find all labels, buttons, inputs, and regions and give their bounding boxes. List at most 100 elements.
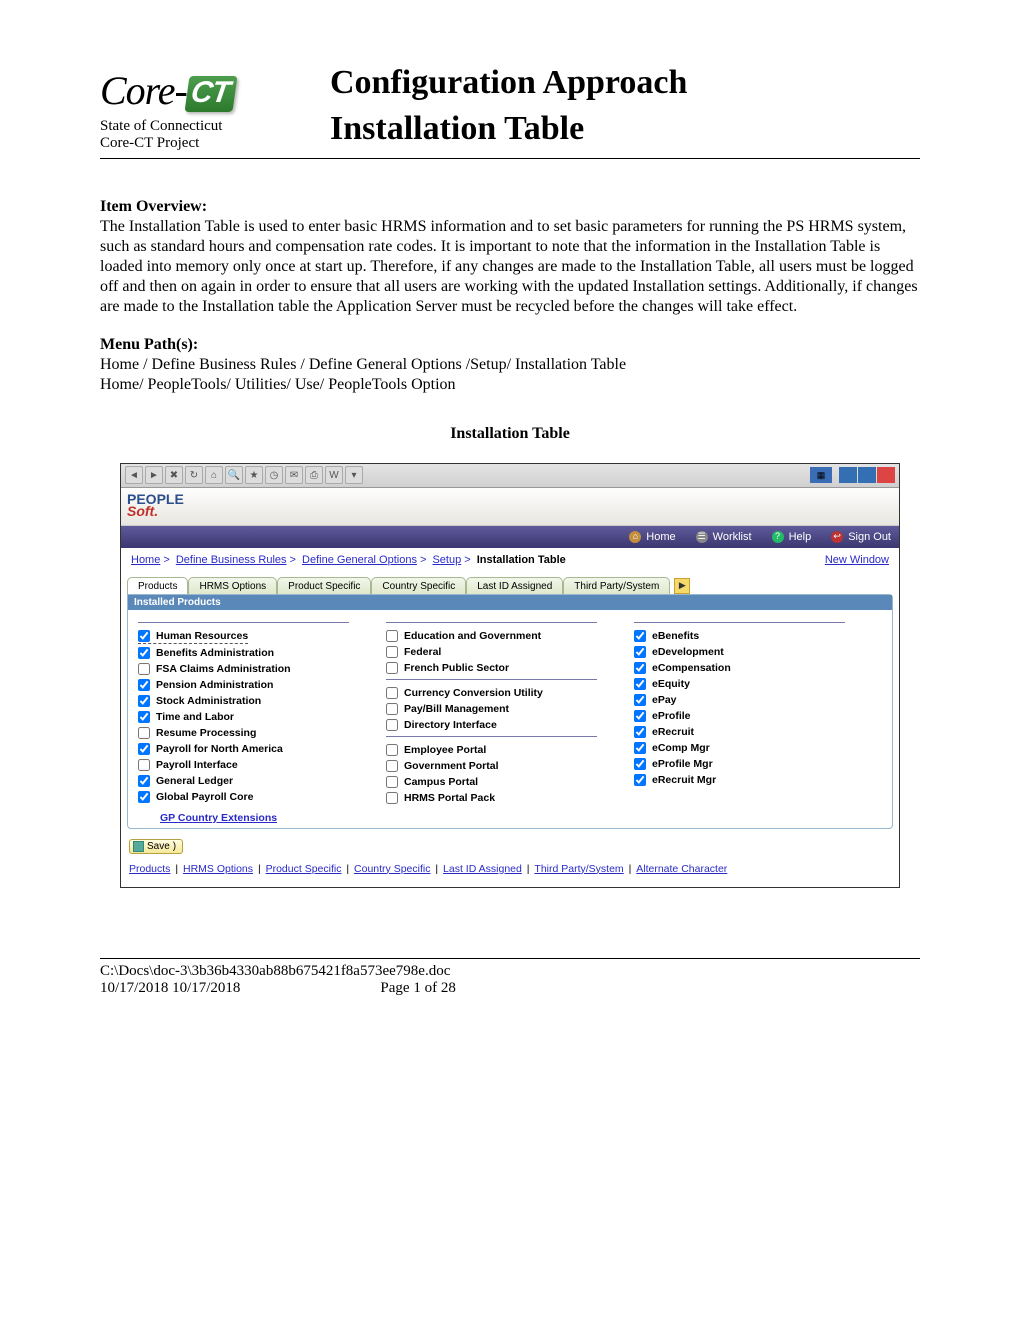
crumb-home[interactable]: Home (131, 554, 160, 566)
crumb-setup[interactable]: Setup (432, 554, 461, 566)
checkbox[interactable] (634, 774, 646, 786)
bottom-link[interactable]: Products (129, 863, 170, 875)
back-icon[interactable]: ◄ (125, 466, 143, 484)
peoplesoft-navbar: ⌂Home ☰Worklist ?Help ↩Sign Out (121, 526, 899, 548)
checkbox[interactable] (138, 679, 150, 691)
menu-path-line-1: Home / Define Business Rules / Define Ge… (100, 356, 626, 373)
checkbox[interactable] (138, 759, 150, 771)
tab-third-party-system[interactable]: Third Party/System (563, 577, 670, 594)
checkbox-row: eRecruit Mgr (634, 773, 882, 787)
checkbox[interactable] (138, 647, 150, 659)
products-column-1: Human ResourcesBenefits AdministrationFS… (138, 618, 386, 824)
checkbox-row: French Public Sector (386, 661, 634, 675)
checkbox-row: Time and Labor (138, 710, 386, 724)
checkbox[interactable] (386, 744, 398, 756)
checkbox[interactable] (386, 662, 398, 674)
item-overview-head: Item Overview: (100, 198, 207, 215)
search-icon[interactable]: 🔍 (225, 466, 243, 484)
tab-scroll-right-icon[interactable]: ▶ (674, 578, 690, 594)
nav-home[interactable]: ⌂Home (629, 531, 675, 543)
tab-product-specific[interactable]: Product Specific (277, 577, 371, 594)
checkbox-row: Human Resources (138, 629, 248, 644)
checkbox-row: Benefits Administration (138, 646, 386, 660)
checkbox[interactable] (138, 791, 150, 803)
checkbox-label: Payroll for North America (156, 743, 283, 755)
maximize-button[interactable] (858, 467, 876, 483)
footer-date: 10/17/2018 10/17/2018 (100, 980, 240, 997)
home-icon[interactable]: ⌂ (205, 466, 223, 484)
title-line-1: Configuration Approach (330, 60, 687, 106)
checkbox-row: ePay (634, 693, 882, 707)
checkbox[interactable] (386, 630, 398, 642)
tab-hrms-options[interactable]: HRMS Options (188, 577, 277, 594)
checkbox[interactable] (634, 726, 646, 738)
checkbox-row: Campus Portal (386, 775, 634, 789)
nav-signout[interactable]: ↩Sign Out (831, 531, 891, 543)
bottom-link[interactable]: Country Specific (354, 863, 430, 875)
checkbox[interactable] (138, 775, 150, 787)
tabs-row: Products HRMS Options Product Specific C… (121, 572, 899, 594)
forward-icon[interactable]: ► (145, 466, 163, 484)
checkbox-row: General Ledger (138, 774, 386, 788)
crumb-define-general-options[interactable]: Define General Options (302, 554, 417, 566)
checkbox[interactable] (138, 711, 150, 723)
crumb-define-business-rules[interactable]: Define Business Rules (176, 554, 287, 566)
checkbox-label: eProfile Mgr (652, 758, 713, 770)
bottom-link[interactable]: HRMS Options (183, 863, 253, 875)
checkbox[interactable] (386, 703, 398, 715)
checkbox-row: eProfile (634, 709, 882, 723)
print-icon[interactable]: ⎙ (305, 466, 323, 484)
checkbox-label: eCompensation (652, 662, 731, 674)
favorites-icon[interactable]: ★ (245, 466, 263, 484)
checkbox[interactable] (634, 758, 646, 770)
checkbox-label: Resume Processing (156, 727, 256, 739)
minimize-button[interactable] (839, 467, 857, 483)
checkbox-row: Government Portal (386, 759, 634, 773)
peoplesoft-logo: PEOPLESoft. (127, 494, 184, 518)
breadcrumb-row: Home> Define Business Rules> Define Gene… (121, 548, 899, 572)
checkbox[interactable] (634, 678, 646, 690)
checkbox-label: eComp Mgr (652, 742, 710, 754)
edit-icon[interactable]: ▾ (345, 466, 363, 484)
word-icon[interactable]: W (325, 466, 343, 484)
checkbox[interactable] (634, 694, 646, 706)
checkbox[interactable] (138, 663, 150, 675)
checkbox[interactable] (634, 646, 646, 658)
checkbox[interactable] (386, 646, 398, 658)
checkbox[interactable] (634, 662, 646, 674)
tab-country-specific[interactable]: Country Specific (371, 577, 466, 594)
checkbox-label: Employee Portal (404, 744, 486, 756)
bottom-link[interactable]: Alternate Character (636, 863, 727, 875)
mail-icon[interactable]: ✉ (285, 466, 303, 484)
history-icon[interactable]: ◷ (265, 466, 283, 484)
nav-help[interactable]: ?Help (772, 531, 812, 543)
checkbox[interactable] (634, 630, 646, 642)
new-window-link[interactable]: New Window (825, 554, 889, 566)
checkbox[interactable] (386, 760, 398, 772)
tab-last-id-assigned[interactable]: Last ID Assigned (466, 577, 563, 594)
close-button[interactable] (877, 467, 895, 483)
bottom-link[interactable]: Product Specific (266, 863, 342, 875)
checkbox[interactable] (386, 792, 398, 804)
checkbox[interactable] (386, 687, 398, 699)
tab-products[interactable]: Products (127, 577, 188, 594)
checkbox[interactable] (386, 719, 398, 731)
checkbox[interactable] (386, 776, 398, 788)
panel-head: Installed Products (128, 595, 892, 610)
checkbox[interactable] (634, 710, 646, 722)
item-overview-body: The Installation Table is used to enter … (100, 218, 918, 315)
gp-country-extensions-link[interactable]: GP Country Extensions (160, 812, 277, 824)
bottom-link[interactable]: Last ID Assigned (443, 863, 522, 875)
nav-signout-label: Sign Out (848, 531, 891, 543)
checkbox[interactable] (138, 695, 150, 707)
bottom-link[interactable]: Third Party/System (534, 863, 623, 875)
checkbox[interactable] (138, 630, 150, 642)
checkbox[interactable] (138, 743, 150, 755)
checkbox[interactable] (634, 742, 646, 754)
checkbox[interactable] (138, 727, 150, 739)
nav-home-label: Home (646, 531, 675, 543)
stop-icon[interactable]: ✖ (165, 466, 183, 484)
refresh-icon[interactable]: ↻ (185, 466, 203, 484)
nav-worklist[interactable]: ☰Worklist (696, 531, 752, 543)
save-button[interactable]: Save) (129, 839, 183, 854)
